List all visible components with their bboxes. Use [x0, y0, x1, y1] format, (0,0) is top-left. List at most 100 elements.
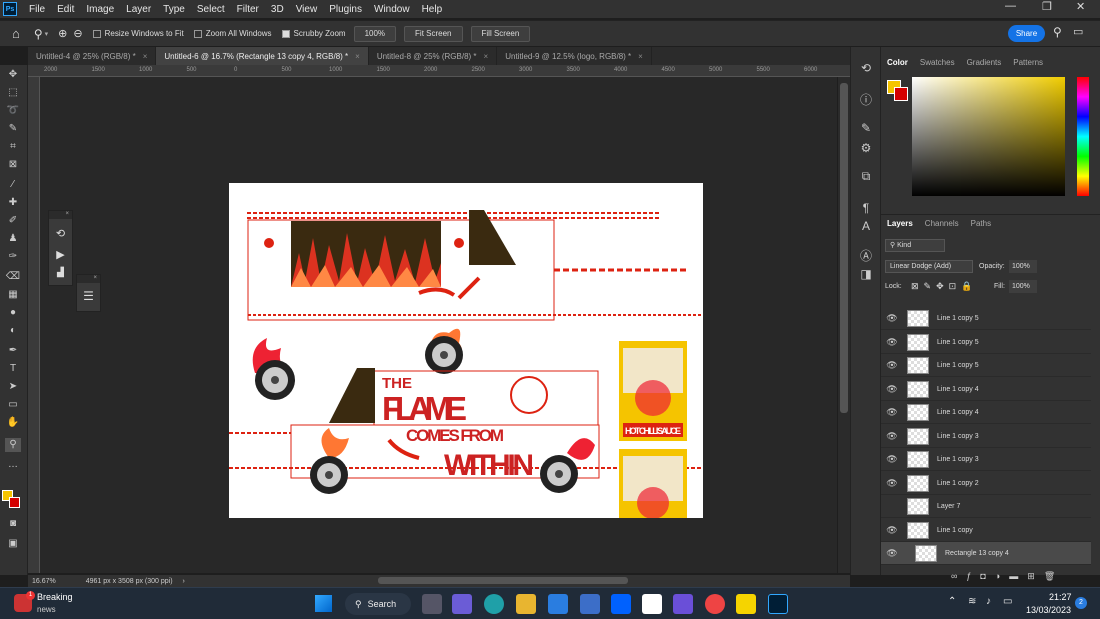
tab-channels[interactable]: Channels [919, 219, 965, 228]
resize-windows-option[interactable]: Resize Windows to Fit [92, 29, 184, 38]
volume-icon[interactable]: ♪ [986, 596, 991, 607]
menu-image[interactable]: Image [80, 4, 120, 15]
fill-screen-button[interactable]: Fill Screen [470, 25, 531, 42]
menu-layer[interactable]: Layer [120, 4, 157, 15]
tab-patterns[interactable]: Patterns [1007, 58, 1049, 67]
chevron-right-icon[interactable]: › [183, 578, 185, 585]
app-icon[interactable] [673, 594, 693, 614]
horizontal-scrollbar[interactable] [378, 577, 628, 584]
close-icon[interactable]: × [77, 275, 100, 283]
layer-row-selected[interactable]: 👁 Rectangle 13 copy 4 [881, 542, 1091, 565]
lock-icons[interactable]: ⊠✎✥⊡🔒 [911, 281, 977, 292]
layer-row[interactable]: 👁 Line 1 copy [881, 519, 1091, 542]
info-icon[interactable]: ⓘ [858, 91, 874, 107]
color-picker-field[interactable] [912, 77, 1065, 196]
zoom-out-icon[interactable]: ⊖ [73, 27, 82, 40]
history-icon[interactable]: ⟲ [49, 227, 72, 240]
task-view-icon[interactable] [422, 594, 442, 614]
zoom-all-option[interactable]: Zoom All Windows [193, 29, 272, 38]
tab-untitled-8[interactable]: Untitled-8 @ 25% (RGB/8) * × [369, 47, 498, 65]
chevron-down-icon[interactable]: ▾ [45, 30, 49, 38]
dropbox-icon[interactable] [611, 594, 631, 614]
healing-tool-icon[interactable]: ✚ [5, 196, 21, 210]
zoom-readout[interactable]: 16.67% [32, 578, 56, 585]
hue-slider[interactable] [1077, 77, 1089, 196]
zoom-tool-icon[interactable]: ⚲ [34, 27, 43, 41]
brush-tool-icon[interactable]: ✐ [5, 214, 21, 228]
share-button[interactable]: Share [1008, 25, 1045, 42]
crop-tool-icon[interactable]: ⌗ [5, 140, 21, 154]
close-tab-icon[interactable]: × [355, 52, 360, 61]
start-icon[interactable] [315, 595, 332, 612]
menu-view[interactable]: View [290, 4, 324, 15]
file-explorer-icon[interactable] [516, 594, 536, 614]
menu-type[interactable]: Type [157, 4, 191, 15]
fit-screen-button[interactable]: Fit Screen [404, 25, 463, 42]
tab-layers[interactable]: Layers [881, 219, 919, 228]
background-color-swatch[interactable] [894, 87, 908, 101]
dodge-tool-icon[interactable]: ◐ [5, 324, 21, 338]
close-window-icon[interactable]: ✕ [1076, 0, 1085, 13]
layer-row[interactable]: 👁 Line 1 copy 5 [881, 354, 1091, 377]
path-select-icon[interactable]: ➤ [5, 380, 21, 394]
screen-mode-icon[interactable]: ▣ [5, 537, 21, 551]
chevron-up-icon[interactable]: ⌃ [948, 596, 956, 607]
eye-icon[interactable]: 👁 [881, 548, 903, 559]
menu-file[interactable]: File [23, 4, 51, 15]
vertical-ruler[interactable] [28, 77, 40, 573]
hand-tool-icon[interactable]: ✋ [5, 416, 21, 430]
type-tool-icon[interactable]: T [5, 362, 21, 376]
clock-time[interactable]: 21:27 [1049, 592, 1072, 602]
menu-edit[interactable]: Edit [51, 4, 80, 15]
search-icon[interactable]: ⚲ [1053, 25, 1062, 39]
wifi-icon[interactable]: ≋ [968, 596, 976, 607]
close-icon[interactable]: × [49, 211, 72, 219]
resize-checkbox[interactable] [92, 29, 101, 38]
paragraph-icon[interactable]: ¶ [858, 201, 874, 217]
layer-row[interactable]: 👁 Line 1 copy 5 [881, 331, 1091, 354]
zoom-in-icon[interactable]: ⊕ [58, 27, 67, 40]
tab-untitled-9[interactable]: Untitled-9 @ 12.5% (logo, RGB/8) * × [497, 47, 652, 65]
scroll-thumb[interactable] [840, 83, 848, 413]
play-icon[interactable]: ▶ [49, 248, 72, 261]
scrubby-checkbox[interactable] [281, 29, 290, 38]
brush-settings-icon[interactable]: ✎ [858, 121, 874, 137]
close-tab-icon[interactable]: × [484, 52, 489, 61]
layer-row[interactable]: 👁 Line 1 copy 4 [881, 401, 1091, 424]
clock-date[interactable]: 13/03/2023 [1026, 605, 1071, 615]
photoshop-taskbar-icon[interactable] [768, 594, 788, 614]
edge-icon[interactable] [484, 594, 504, 614]
menu-filter[interactable]: Filter [231, 4, 265, 15]
quick-mask-icon[interactable]: ◙ [5, 517, 21, 531]
layer-row[interactable]: 👁 Line 1 copy 4 [881, 378, 1091, 401]
history-icon[interactable]: ⟲ [858, 61, 874, 77]
blend-mode-select[interactable]: Linear Dodge (Add) [885, 260, 973, 273]
zoom-tool-icon[interactable]: ⚲ [5, 438, 21, 452]
layer-row[interactable]: 👁 Line 1 copy 3 [881, 448, 1091, 471]
marquee-tool-icon[interactable]: ⬚ [5, 86, 21, 100]
stamp-tool-icon[interactable]: ♟ [5, 232, 21, 246]
layer-row[interactable]: 👁 Line 1 copy 5 [881, 307, 1091, 330]
eye-icon[interactable]: 👁 [881, 407, 903, 418]
history-brush-icon[interactable]: ✑ [5, 250, 21, 264]
chrome-icon[interactable] [705, 594, 725, 614]
notification-badge[interactable]: 2 [1075, 597, 1087, 609]
zoom-value-field[interactable]: 100% [353, 25, 397, 42]
clone-source-icon[interactable]: ⧉ [858, 169, 874, 185]
layer-row[interactable]: 👁 Line 1 copy 2 [881, 472, 1091, 495]
tab-gradients[interactable]: Gradients [961, 58, 1008, 67]
eyedropper-tool-icon[interactable]: ⁄ [5, 178, 21, 192]
teams-icon[interactable] [452, 594, 472, 614]
tab-paths[interactable]: Paths [965, 219, 997, 228]
fill-input[interactable]: 100% [1009, 280, 1037, 293]
search-box[interactable]: ⚲ Search [345, 593, 411, 615]
scrubby-zoom-option[interactable]: Scrubby Zoom [281, 29, 346, 38]
mail-icon[interactable] [548, 594, 568, 614]
layer-actions[interactable]: ∞ƒ◘◑▬⊞🗑 [951, 571, 1064, 582]
menu-plugins[interactable]: Plugins [323, 4, 368, 15]
layer-filter-select[interactable]: ⚲ Kind [885, 239, 945, 252]
character-icon[interactable]: A [858, 219, 874, 235]
frame-tool-icon[interactable]: ⊠ [5, 158, 21, 172]
norton-icon[interactable] [736, 594, 756, 614]
eye-icon[interactable]: 👁 [881, 360, 903, 371]
